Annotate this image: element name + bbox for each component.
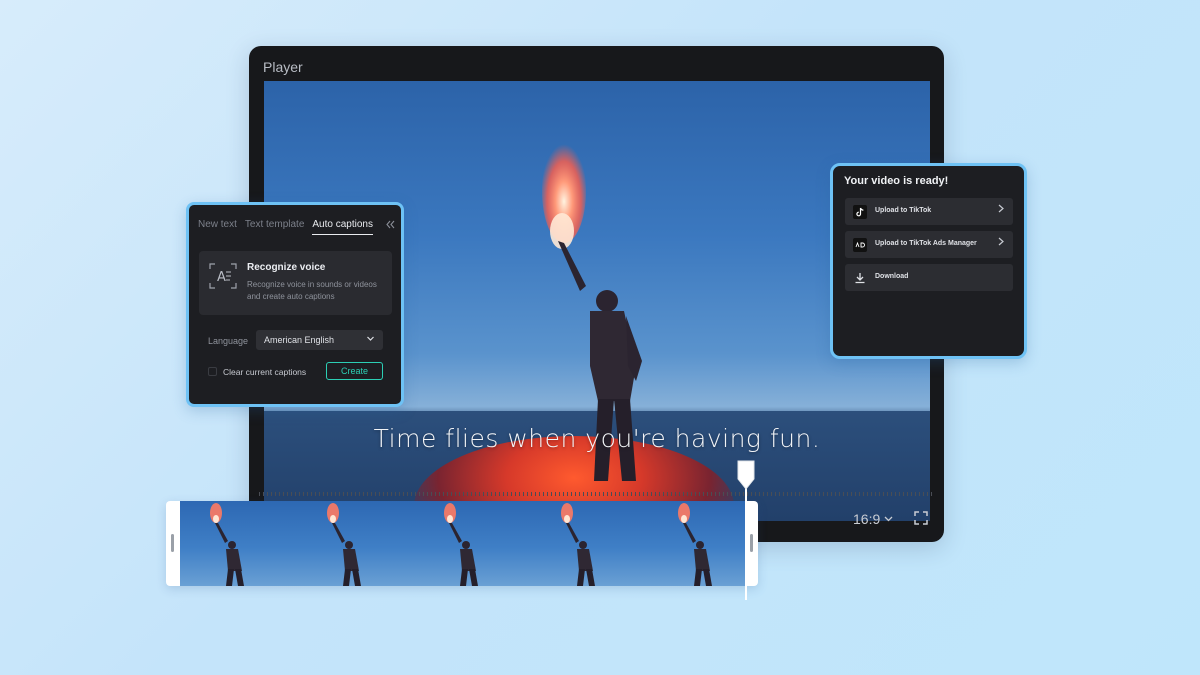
clip-frame [414,501,531,586]
download-button[interactable]: Download [845,264,1013,291]
player-title: Player [263,59,303,75]
speech-recognition-icon: A [209,263,237,289]
language-select[interactable]: American English [256,330,383,350]
fullscreen-button[interactable] [914,511,928,530]
recognize-voice-description: Recognize voice in sounds or videos and … [247,280,377,301]
chevron-right-icon [998,204,1004,216]
clip-frame-thumbnail [444,503,478,586]
timeline-ruler[interactable] [259,492,935,496]
recognize-voice-title: Recognize voice [247,262,326,273]
download-icon [855,273,865,284]
clip-frame [531,501,648,586]
playhead-line [745,478,747,600]
language-value: American English [264,335,335,345]
export-ready-panel: Your video is ready! Upload to TikTok Up… [830,163,1027,359]
upload-tiktok-ads-button[interactable]: Upload to TikTok Ads Manager [845,231,1013,258]
clip-frames [180,501,745,586]
download-label: Download [875,273,909,280]
collapse-panel-button[interactable] [386,220,395,232]
clear-captions-label: Clear current captions [223,367,307,377]
clip-frame [648,501,745,586]
tiktok-icon [853,205,867,219]
clear-captions-checkbox[interactable] [208,367,217,376]
playhead-handle[interactable] [736,459,756,491]
tab-auto-captions[interactable]: Auto captions [312,219,373,235]
upload-tiktok-label: Upload to TikTok [875,207,932,214]
clip-frame-thumbnail [678,503,712,586]
language-label: Language [208,336,249,346]
video-caption: Time flies when you're having fun. [373,424,821,453]
upload-tiktok-button[interactable]: Upload to TikTok [845,198,1013,225]
chevron-down-icon [367,336,374,341]
create-button[interactable]: Create [326,362,383,380]
timeline-clip[interactable] [166,501,758,586]
tab-text-template[interactable]: Text template [245,219,304,235]
clip-frame-thumbnail [210,503,244,586]
export-ready-title: Your video is ready! [844,175,949,187]
aspect-ratio-dropdown[interactable]: 16:9 [853,511,893,527]
tab-new-text[interactable]: New text [198,219,237,235]
upload-tiktok-ads-label: Upload to TikTok Ads Manager [875,240,977,247]
clip-trim-handle-left[interactable] [171,534,174,552]
text-tabs: New text Text template Auto captions [198,219,373,235]
auto-captions-panel: New text Text template Auto captions A R… [186,202,404,407]
recognize-voice-card[interactable]: A Recognize voice Recognize voice in sou… [199,251,392,315]
chevron-right-icon [998,237,1004,249]
clip-frame [297,501,414,586]
aspect-ratio-value: 16:9 [853,511,881,527]
double-chevron-left-icon [386,220,395,229]
clip-trim-handle-right[interactable] [750,534,753,552]
chevron-down-icon [884,516,893,522]
clip-frame [180,501,297,586]
tiktok-ads-icon [853,238,867,252]
fullscreen-icon [914,511,928,525]
svg-text:A: A [217,270,226,285]
clip-frame-thumbnail [327,503,361,586]
clip-frame-thumbnail [561,503,595,586]
